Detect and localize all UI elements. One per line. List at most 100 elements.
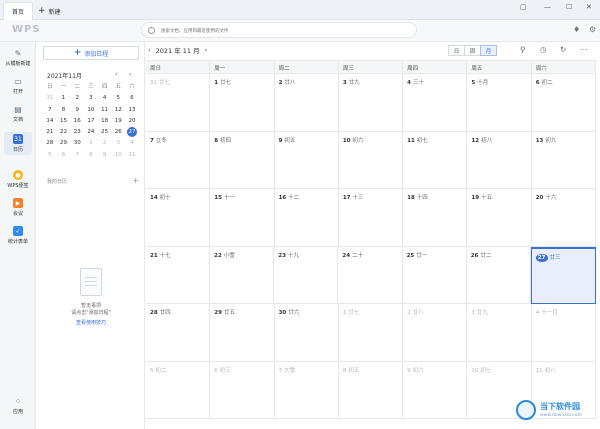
mini-day[interactable]: 18 xyxy=(98,116,112,127)
mini-day[interactable]: 6 xyxy=(125,93,139,104)
mini-day[interactable]: 2 xyxy=(70,93,84,104)
day-cell[interactable]: 18 十四 xyxy=(403,189,468,247)
day-cell[interactable]: 11 初七 xyxy=(403,131,468,189)
day-cell[interactable]: 26 廿二 xyxy=(466,246,531,304)
day-cell[interactable]: 24 二十 xyxy=(338,246,403,304)
day-cell[interactable]: 30 廿六 xyxy=(274,304,339,362)
view-day-button[interactable]: 日 xyxy=(448,45,465,56)
day-cell[interactable]: 16 十二 xyxy=(274,189,339,247)
day-cell[interactable]: 21 十七 xyxy=(146,246,211,304)
tips-link[interactable]: 查看使用技巧 xyxy=(55,319,127,326)
day-cell[interactable]: 14 初十 xyxy=(146,189,211,247)
next-month-icon[interactable]: › xyxy=(205,46,208,54)
mini-day[interactable]: 28 xyxy=(43,138,57,149)
mini-day[interactable]: 29 xyxy=(57,138,71,149)
day-cell[interactable]: 19 十五 xyxy=(467,189,532,247)
mini-day[interactable]: 3 xyxy=(111,138,125,149)
nav-item-sticky-notes[interactable]: ● WPS便签 xyxy=(0,170,36,189)
mini-day[interactable]: 13 xyxy=(125,105,139,116)
mini-prev-month-icon[interactable]: ‹ xyxy=(115,71,117,78)
nav-item-forms[interactable]: ✓ 统计表单 xyxy=(0,226,36,245)
day-cell[interactable]: 7 立冬 xyxy=(146,131,211,189)
day-cell[interactable]: 9 初五 xyxy=(274,131,339,189)
mini-day[interactable]: 7 xyxy=(70,150,84,161)
mini-day[interactable]: 25 xyxy=(98,127,112,138)
day-cell[interactable]: 5 十月 xyxy=(467,74,532,132)
settings-gear-icon[interactable]: ⚙ xyxy=(589,25,596,34)
day-cell[interactable]: 9 初六 xyxy=(403,361,468,419)
nav-item-open[interactable]: ▭ 打开 xyxy=(0,76,36,96)
window-tabs-icon[interactable]: ▢ xyxy=(520,3,527,11)
day-cell[interactable]: 6 初三 xyxy=(210,361,275,419)
mini-day[interactable]: 3 xyxy=(84,93,98,104)
mini-day[interactable]: 9 xyxy=(98,150,112,161)
mini-day[interactable]: 10 xyxy=(84,105,98,116)
day-cell[interactable]: 2 廿八 xyxy=(274,74,339,132)
day-cell[interactable]: 6 初二 xyxy=(531,74,596,132)
day-cell[interactable]: 29 廿五 xyxy=(210,304,275,362)
day-cell[interactable]: 20 十六 xyxy=(531,189,596,247)
mini-day[interactable]: 11 xyxy=(98,105,112,116)
day-cell-today[interactable]: 27 廿三 xyxy=(530,246,596,304)
tab-home[interactable]: 首页 xyxy=(3,2,33,20)
day-cell[interactable]: 3 廿九 xyxy=(338,74,404,132)
day-cell[interactable]: 7 大雪 xyxy=(274,361,339,419)
day-cell[interactable]: 15 十一 xyxy=(210,189,275,247)
day-cell[interactable]: 2 廿八 xyxy=(403,304,468,362)
mini-day[interactable]: 22 xyxy=(57,127,71,138)
mini-day[interactable]: 6 xyxy=(57,150,71,161)
mini-day[interactable]: 5 xyxy=(43,150,57,161)
add-event-button[interactable]: + 添加日程 xyxy=(43,46,139,60)
day-cell[interactable]: 1 廿七 xyxy=(210,74,275,132)
mini-day[interactable]: 11 xyxy=(125,150,139,161)
mini-day[interactable]: 23 xyxy=(70,127,84,138)
mini-day[interactable]: 8 xyxy=(84,150,98,161)
mini-day[interactable]: 26 xyxy=(111,127,125,138)
mini-day[interactable]: 12 xyxy=(111,105,125,116)
day-cell[interactable]: 31 廿七 xyxy=(146,74,211,132)
prev-month-icon[interactable]: ‹ xyxy=(148,46,151,54)
day-cell[interactable]: 10 初六 xyxy=(338,131,404,189)
mini-day[interactable]: 27 xyxy=(126,127,137,138)
nav-item-apps[interactable]: ⁘ 应用 xyxy=(0,396,36,416)
mini-day[interactable]: 9 xyxy=(70,105,84,116)
day-cell[interactable]: 5 初二 xyxy=(146,361,211,419)
mini-day[interactable]: 10 xyxy=(111,150,125,161)
mini-day[interactable]: 8 xyxy=(57,105,71,116)
day-cell[interactable]: 13 初九 xyxy=(531,131,596,189)
mini-day[interactable]: 4 xyxy=(98,93,112,104)
mini-day[interactable]: 30 xyxy=(70,138,84,149)
mini-day[interactable]: 1 xyxy=(84,138,98,149)
nav-item-meeting[interactable]: ▶ 会议 xyxy=(0,198,36,217)
mini-day[interactable]: 17 xyxy=(84,116,98,127)
view-week-button[interactable]: 周 xyxy=(464,45,481,56)
day-cell[interactable]: 28 廿四 xyxy=(146,304,211,362)
mini-day[interactable]: 7 xyxy=(43,105,57,116)
mini-day[interactable]: 15 xyxy=(57,116,71,127)
mini-next-month-icon[interactable]: › xyxy=(129,71,131,78)
minimize-icon[interactable]: — xyxy=(544,3,551,11)
day-cell[interactable]: 3 廿九 xyxy=(467,304,532,362)
day-cell[interactable]: 4 十一月 xyxy=(531,304,596,362)
nav-item-calendar[interactable]: 31 日历 xyxy=(4,132,32,155)
mini-day[interactable]: 21 xyxy=(43,127,57,138)
day-cell[interactable]: 8 初四 xyxy=(210,131,275,189)
mini-day[interactable]: 1 xyxy=(57,93,71,104)
day-cell[interactable]: 1 廿七 xyxy=(338,304,404,362)
day-cell[interactable]: 12 初八 xyxy=(467,131,532,189)
day-cell[interactable]: 25 廿一 xyxy=(402,246,467,304)
mini-day[interactable]: 16 xyxy=(70,116,84,127)
tab-new[interactable]: + 新建 xyxy=(38,2,61,20)
add-calendar-icon[interactable]: + xyxy=(132,176,139,185)
mini-day[interactable]: 4 xyxy=(125,138,139,149)
mini-day[interactable]: 20 xyxy=(125,116,139,127)
mini-day[interactable]: 5 xyxy=(111,93,125,104)
mini-day[interactable]: 24 xyxy=(84,127,98,138)
nav-item-documents[interactable]: ▤ 文档 xyxy=(0,104,36,124)
search-icon[interactable]: ⚲ xyxy=(520,45,526,54)
mini-day[interactable]: 19 xyxy=(111,116,125,127)
day-cell[interactable]: 17 十三 xyxy=(338,189,404,247)
day-cell[interactable]: 4 三十 xyxy=(403,74,468,132)
view-month-button[interactable]: 月 xyxy=(480,45,497,56)
mini-day[interactable]: 2 xyxy=(98,138,112,149)
